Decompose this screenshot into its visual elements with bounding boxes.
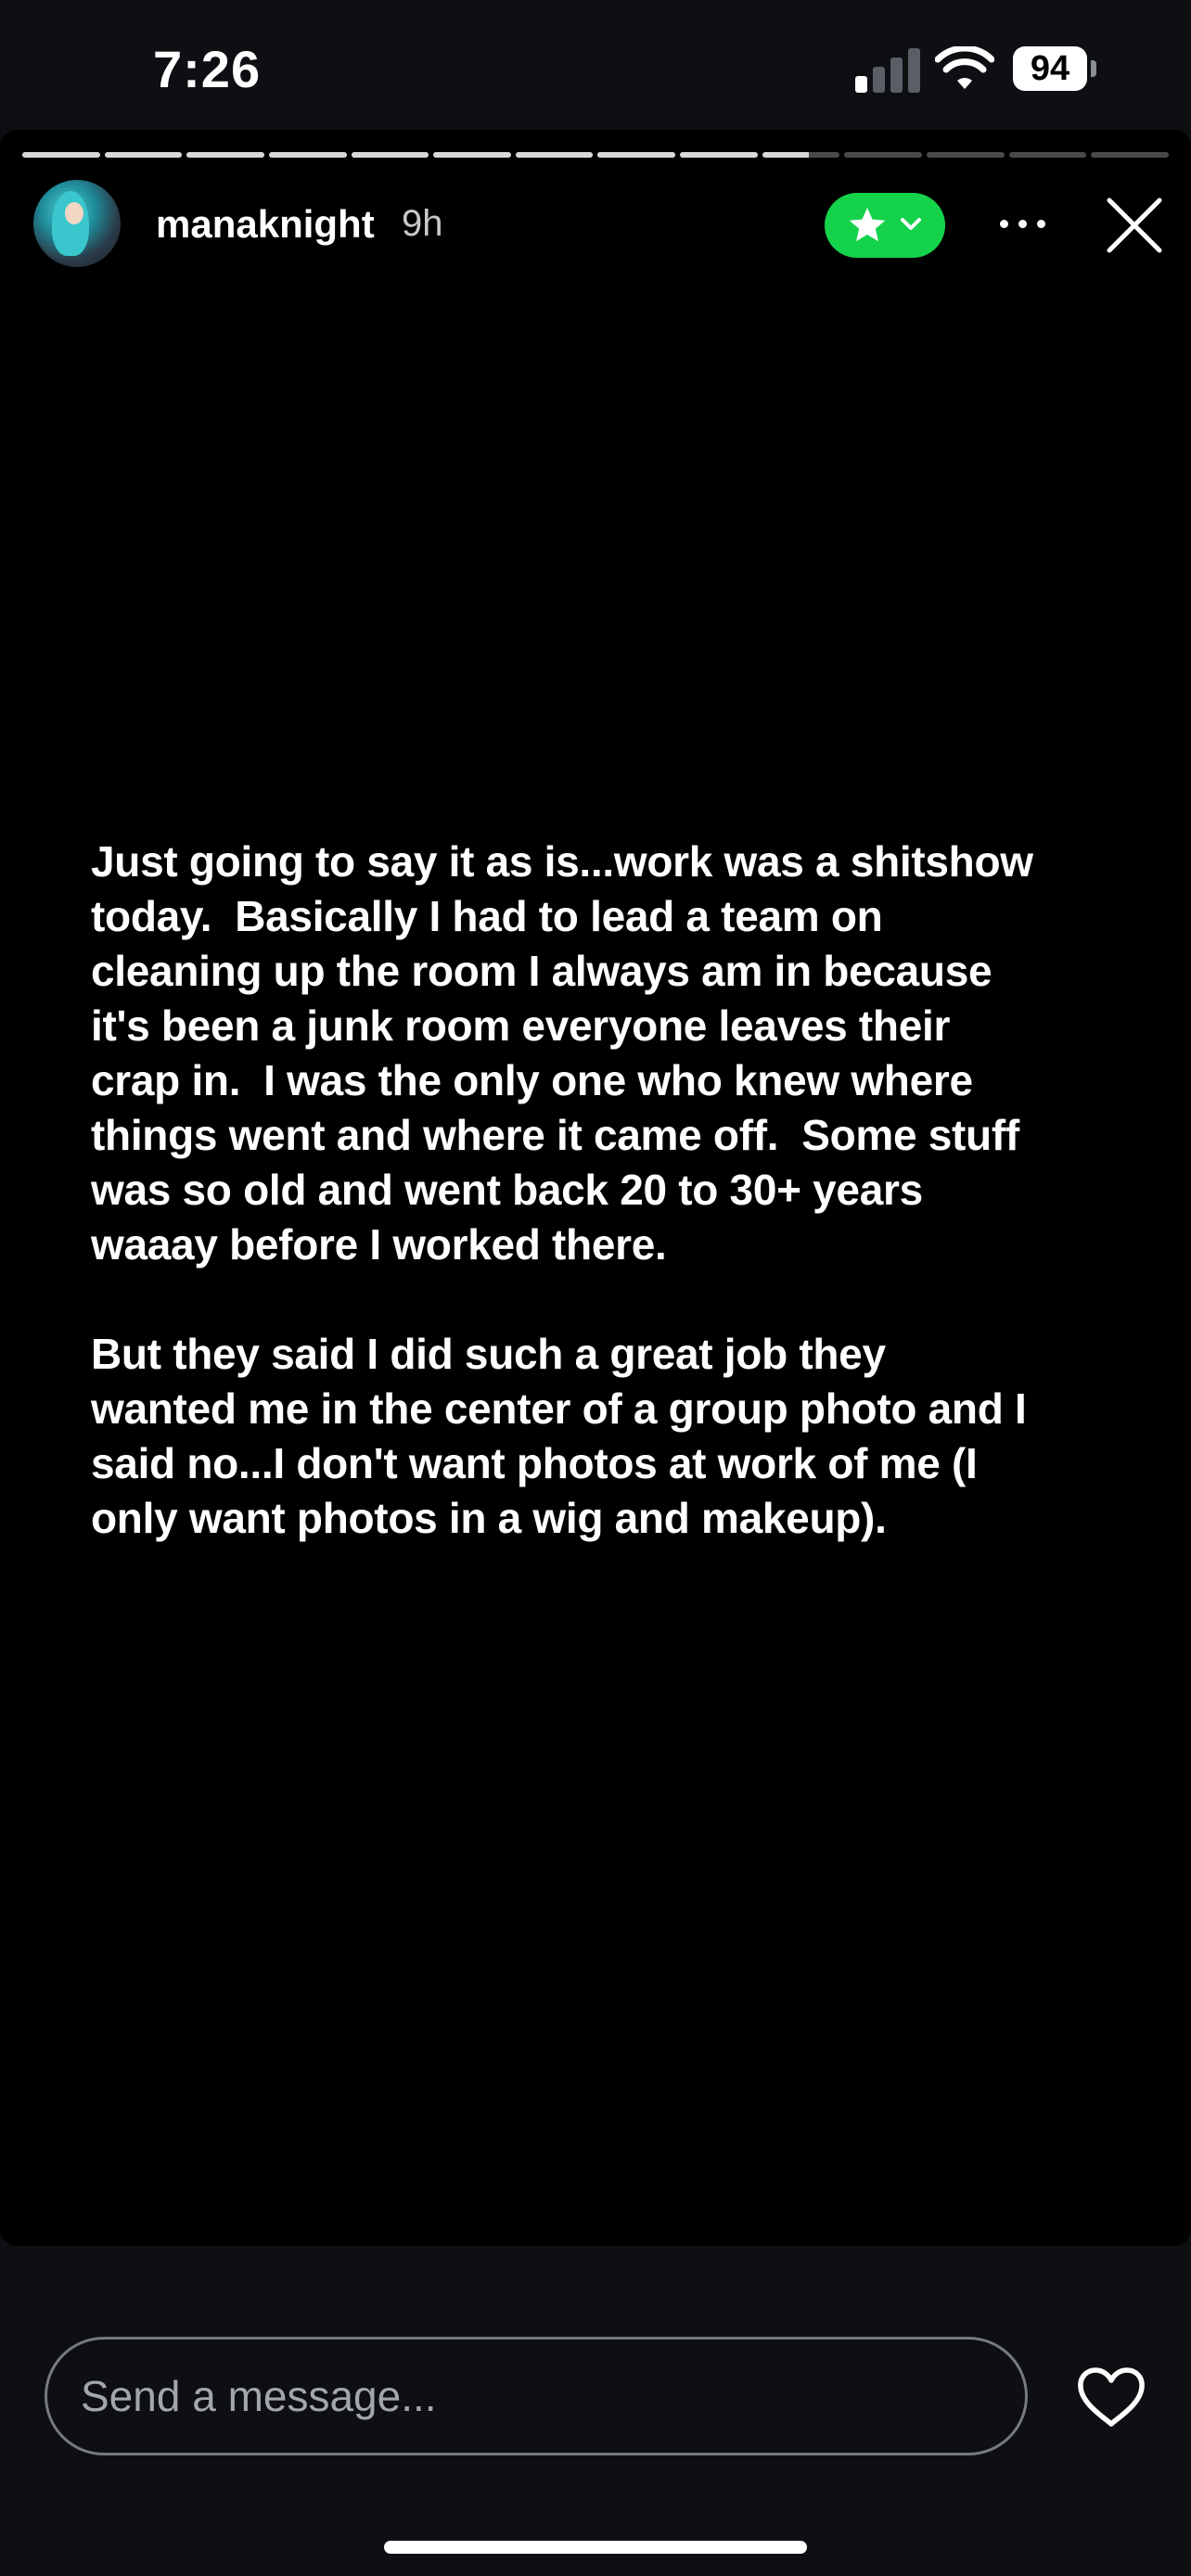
story-viewer[interactable]: manaknight 9h Just going to say it as is… xyxy=(0,130,1191,2246)
more-options-button[interactable] xyxy=(1000,213,1046,234)
cellular-signal-icon xyxy=(855,48,920,93)
story-progress-segment xyxy=(433,152,511,158)
story-progress-segment xyxy=(927,152,1005,158)
star-icon xyxy=(849,208,886,242)
story-progress-segment xyxy=(597,152,676,158)
story-progress-segment xyxy=(22,152,100,158)
close-friends-button[interactable] xyxy=(825,193,945,258)
wifi-icon xyxy=(935,46,994,89)
story-progress-segment xyxy=(268,152,347,158)
status-time: 7:26 xyxy=(153,40,262,98)
battery-icon: 94 xyxy=(1013,46,1096,93)
story-progress-segment xyxy=(1008,152,1087,158)
message-input[interactable] xyxy=(45,2337,1028,2455)
story-time-ago: 9h xyxy=(402,203,443,244)
story-progress-segment xyxy=(762,152,840,158)
story-progress-segment xyxy=(186,152,264,158)
story-progress-segment xyxy=(104,152,183,158)
story-progress-bar xyxy=(22,152,1169,158)
status-bar: 7:26 94 xyxy=(0,0,1191,130)
battery-level: 94 xyxy=(1013,46,1087,91)
home-indicator[interactable] xyxy=(384,2541,807,2554)
story-progress-segment xyxy=(351,152,429,158)
story-progress-segment xyxy=(1091,152,1169,158)
heart-icon[interactable] xyxy=(1076,2366,1146,2428)
story-username[interactable]: manaknight xyxy=(156,202,375,247)
avatar[interactable] xyxy=(33,180,121,267)
story-text: Just going to say it as is...work was a … xyxy=(91,837,1033,1542)
story-progress-segment xyxy=(844,152,923,158)
chevron-down-icon xyxy=(901,218,921,230)
close-icon[interactable] xyxy=(1104,195,1165,256)
story-progress-segment xyxy=(680,152,758,158)
story-progress-segment xyxy=(515,152,594,158)
